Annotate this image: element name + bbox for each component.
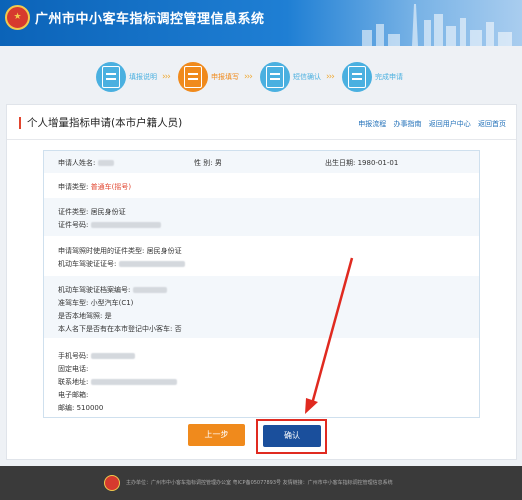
- field-label: 电子邮箱:: [58, 391, 89, 399]
- link-user-center[interactable]: 返回用户中心: [429, 120, 471, 128]
- redacted-value: [91, 379, 178, 385]
- field-label: 申请驾照时使用的证件类型:: [58, 247, 145, 255]
- field-value: 男: [214, 159, 222, 167]
- local-license-field: 是否本地驾照: 是: [58, 311, 112, 321]
- phone-field: 手机号码:: [58, 351, 136, 361]
- edit-form-icon: [178, 62, 208, 92]
- registered-car-field: 本人名下是否有在本市登记中小客车: 否: [58, 324, 182, 334]
- field-value: 普通车(摇号): [90, 183, 132, 191]
- quick-links: 申报流程 办事指南 返回用户中心 返回首页: [353, 119, 506, 129]
- field-label: 证件类型:: [58, 208, 89, 216]
- vehicle-class-field: 准驾车型: 小型汽车(C1): [58, 298, 133, 308]
- field-label: 证件号码:: [58, 221, 89, 229]
- step-sms-confirm: 短信确认: [260, 62, 321, 92]
- field-label: 申请人姓名:: [58, 159, 96, 167]
- id-type-field: 证件类型: 居民身份证: [58, 207, 126, 217]
- field-value: 小型汽车(C1): [90, 299, 134, 307]
- section-id: [44, 198, 479, 236]
- step-instructions: 填报说明: [96, 62, 157, 92]
- archive-number-field: 机动车驾驶证档案编号:: [58, 285, 168, 295]
- footer-text: 主办单位：广州市中小客车指标调控管理办公室 粤ICP备05077893号 友情链…: [126, 480, 393, 486]
- gender-field: 性 别: 男: [194, 158, 222, 168]
- license-number-field: 机动车驾驶证证号:: [58, 259, 186, 269]
- step-arrow-icon: ›››: [244, 72, 253, 82]
- step-label: 填报说明: [129, 73, 157, 81]
- field-label: 性 别:: [194, 159, 213, 167]
- field-label: 固定电话:: [58, 365, 89, 373]
- step-label: 短信确认: [293, 73, 321, 81]
- app-header: ★ 广州市中小客车指标调控管理信息系统: [0, 0, 522, 46]
- birthdate-field: 出生日期: 1980-01-01: [325, 158, 398, 168]
- field-value: 居民身份证: [146, 247, 182, 255]
- redacted-value: [91, 353, 136, 359]
- redacted-value: [98, 160, 115, 166]
- application-card: 个人增量指标申请(本市户籍人员) 申报流程 办事指南 返回用户中心 返回首页 申…: [6, 104, 517, 460]
- divider: [7, 139, 516, 140]
- redacted-value: [133, 287, 168, 293]
- field-label: 联系地址:: [58, 378, 89, 386]
- city-skyline-illustration: [362, 4, 512, 46]
- progress-steps: 填报说明 ››› 申报填写 ››› 短信确认 ››› 完成申请: [0, 56, 522, 104]
- document-icon: [96, 62, 126, 92]
- checklist-icon: [342, 62, 372, 92]
- page-footer: 主办单位：广州市中小客车指标调控管理办公室 粤ICP备05077893号 友情链…: [0, 466, 522, 500]
- field-label: 机动车驾驶证证号:: [58, 260, 117, 268]
- field-value: 1980-01-01: [357, 159, 399, 167]
- field-label: 机动车驾驶证档案编号:: [58, 286, 131, 294]
- applicant-info-summary: 申请人姓名: 性 别: 男 出生日期: 1980-01-01 申请类型: 普通车…: [43, 150, 480, 418]
- field-label: 是否本地驾照:: [58, 312, 103, 320]
- field-value: 否: [174, 325, 182, 333]
- step-arrow-icon: ›››: [326, 72, 335, 82]
- app-title: 广州市中小客车指标调控管理信息系统: [35, 12, 265, 27]
- step-arrow-icon: ›››: [162, 72, 171, 82]
- link-home[interactable]: 返回首页: [478, 120, 506, 128]
- field-label: 准驾车型:: [58, 299, 89, 307]
- link-process[interactable]: 申报流程: [358, 120, 386, 128]
- redacted-value: [119, 261, 186, 267]
- name-field: 申请人姓名:: [58, 158, 115, 168]
- address-field: 联系地址:: [58, 377, 178, 387]
- step-label: 完成申请: [375, 73, 403, 81]
- link-guide[interactable]: 办事指南: [394, 120, 422, 128]
- license-id-type-field: 申请驾照时使用的证件类型: 居民身份证: [58, 246, 182, 256]
- field-label: 本人名下是否有在本市登记中小客车:: [58, 325, 173, 333]
- field-label: 出生日期:: [325, 159, 356, 167]
- landline-field: 固定电话:: [58, 364, 88, 374]
- email-field: 电子邮箱:: [58, 390, 88, 400]
- apply-type-field: 申请类型: 普通车(摇号): [58, 182, 131, 192]
- step-fill-in: 申报填写: [178, 62, 239, 92]
- step-label: 申报填写: [211, 73, 239, 81]
- city-emblem-logo: [104, 475, 120, 491]
- field-value: 居民身份证: [90, 208, 126, 216]
- page-title: 个人增量指标申请(本市户籍人员): [19, 117, 182, 129]
- field-label: 手机号码:: [58, 352, 89, 360]
- confirm-button[interactable]: 确认: [263, 425, 321, 447]
- previous-step-button[interactable]: 上一步: [188, 424, 245, 446]
- field-value: 510000: [76, 404, 104, 412]
- redacted-value: [91, 222, 162, 228]
- field-value: 是: [104, 312, 112, 320]
- field-label: 申请类型:: [58, 183, 89, 191]
- phone-message-icon: [260, 62, 290, 92]
- field-label: 邮编:: [58, 404, 75, 412]
- postcode-field: 邮编: 510000: [58, 403, 103, 413]
- step-complete: 完成申请: [342, 62, 403, 92]
- city-emblem-logo: ★: [5, 5, 30, 30]
- id-number-field: 证件号码:: [58, 220, 162, 230]
